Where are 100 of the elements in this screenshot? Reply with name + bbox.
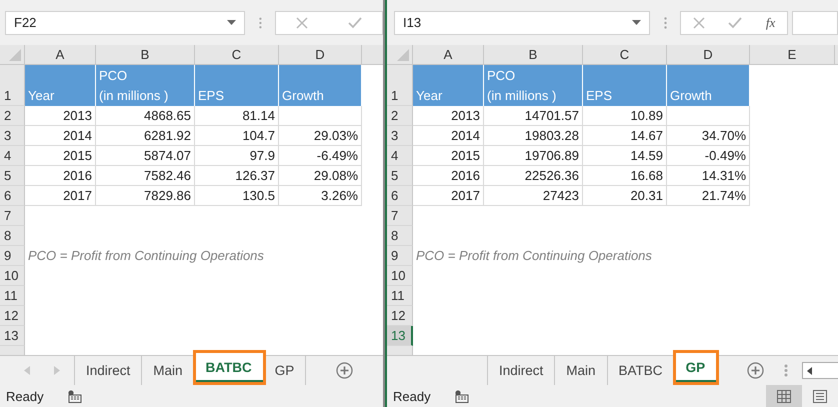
row-header[interactable]: 11 bbox=[387, 286, 413, 306]
insert-function-button[interactable]: fx bbox=[766, 14, 776, 30]
header-cell: Year bbox=[25, 65, 96, 106]
row-header[interactable]: 6 bbox=[0, 186, 25, 206]
table-cell: 104.7 bbox=[195, 126, 279, 146]
caret-icon bbox=[632, 20, 641, 25]
select-all-icon[interactable] bbox=[9, 49, 21, 61]
table-cell: 19706.89 bbox=[484, 146, 583, 166]
table-cell: 21.74% bbox=[667, 186, 750, 206]
page-icon bbox=[813, 390, 827, 402]
header-cell: EPS bbox=[583, 65, 667, 106]
status-text: Ready bbox=[393, 388, 431, 404]
header-cell: Growth bbox=[667, 65, 750, 106]
cancel-icon[interactable] bbox=[296, 16, 308, 28]
table-cell: -6.49% bbox=[279, 146, 362, 166]
macro-record-icon[interactable] bbox=[68, 390, 82, 402]
table-cell: 2016 bbox=[25, 166, 96, 186]
table-cell: 7582.46 bbox=[96, 166, 195, 186]
horizontal-scrollbar[interactable] bbox=[802, 362, 838, 379]
table-cell: 97.9 bbox=[195, 146, 279, 166]
column-header[interactable]: E bbox=[750, 45, 835, 64]
table-cell: 2013 bbox=[413, 106, 484, 126]
table-cell: 7829.86 bbox=[96, 186, 195, 206]
row-header[interactable]: 13 bbox=[0, 326, 25, 346]
row-header[interactable]: 12 bbox=[387, 306, 413, 326]
table-cell: 14701.57 bbox=[484, 106, 583, 126]
row-header[interactable]: 10 bbox=[0, 266, 25, 286]
column-header[interactable]: C bbox=[583, 45, 667, 64]
header-cell: PCO (in millions ) bbox=[484, 65, 583, 106]
column-header[interactable]: D bbox=[667, 45, 750, 64]
table-cell: 2013 bbox=[25, 106, 96, 126]
table-cell: 19803.28 bbox=[484, 126, 583, 146]
row-header[interactable]: 3 bbox=[387, 126, 413, 146]
note-text: PCO = Profit from Continuing Operations bbox=[27, 247, 264, 265]
row-header[interactable]: 7 bbox=[387, 206, 413, 226]
row-header[interactable]: 9 bbox=[387, 246, 413, 266]
row-header[interactable]: 4 bbox=[387, 146, 413, 166]
add-sheet-icon[interactable] bbox=[336, 362, 354, 379]
table-cell: 126.37 bbox=[195, 166, 279, 186]
formula-input[interactable] bbox=[792, 10, 838, 34]
row-header[interactable]: 2 bbox=[0, 106, 25, 126]
table-cell: 81.14 bbox=[195, 106, 279, 126]
macro-record-icon[interactable] bbox=[454, 390, 469, 402]
cancel-icon[interactable] bbox=[692, 16, 705, 28]
table-cell: 29.03% bbox=[279, 126, 362, 146]
status-text: Ready bbox=[6, 388, 44, 404]
caret-icon bbox=[227, 20, 236, 25]
table-cell: 14.59 bbox=[583, 146, 667, 166]
table-cell: 4868.65 bbox=[96, 106, 195, 126]
table-cell: 29.08% bbox=[279, 166, 362, 186]
row-header[interactable]: 9 bbox=[0, 246, 25, 266]
normal-view-button[interactable] bbox=[766, 385, 802, 407]
row-header[interactable]: 5 bbox=[387, 166, 413, 186]
table-cell: 2015 bbox=[25, 146, 96, 166]
name-box[interactable]: I13 bbox=[394, 10, 650, 34]
row-header[interactable]: 8 bbox=[0, 226, 25, 246]
row-header[interactable]: 1 bbox=[387, 65, 413, 106]
scroll-right-icon[interactable] bbox=[54, 366, 60, 375]
scroll-left-icon[interactable] bbox=[807, 366, 812, 374]
table-cell: -0.49% bbox=[667, 146, 750, 166]
row-header[interactable]: 7 bbox=[0, 206, 25, 226]
column-header[interactable]: D bbox=[279, 45, 362, 64]
row-header[interactable]: 3 bbox=[0, 126, 25, 146]
dots-icon bbox=[784, 364, 788, 377]
table-cell: 2016 bbox=[413, 166, 484, 186]
column-header[interactable]: A bbox=[413, 45, 484, 64]
table-cell: 34.70% bbox=[667, 126, 750, 146]
row-header[interactable]: 4 bbox=[0, 146, 25, 166]
column-header[interactable]: B bbox=[484, 45, 583, 64]
table-cell: 6281.92 bbox=[96, 126, 195, 146]
table-cell: 3.26% bbox=[279, 186, 362, 206]
column-header[interactable]: C bbox=[195, 45, 279, 64]
row-header[interactable]: 2 bbox=[387, 106, 413, 126]
check-icon[interactable] bbox=[348, 16, 362, 28]
dots-icon bbox=[259, 16, 262, 28]
row-header[interactable]: 6 bbox=[387, 186, 413, 206]
sheet-tab[interactable]: GP bbox=[674, 352, 718, 383]
header-cell: Growth bbox=[279, 65, 362, 106]
sheet-tab[interactable]: BATBC bbox=[194, 352, 264, 383]
row-header[interactable]: 5 bbox=[0, 166, 25, 186]
table-cell: 16.68 bbox=[583, 166, 667, 186]
table-cell: 14.31% bbox=[667, 166, 750, 186]
row-header[interactable]: 1 bbox=[0, 65, 25, 106]
add-sheet-icon[interactable] bbox=[747, 362, 764, 379]
row-header[interactable]: 8 bbox=[387, 226, 413, 246]
column-header[interactable]: A bbox=[25, 45, 96, 64]
row-header[interactable]: 13 bbox=[387, 326, 413, 346]
check-icon[interactable] bbox=[728, 16, 742, 28]
column-header[interactable]: B bbox=[96, 45, 195, 64]
table-cell: 10.89 bbox=[583, 106, 667, 126]
table-cell: 20.31 bbox=[583, 186, 667, 206]
dots-icon bbox=[664, 16, 667, 28]
table-cell: 2014 bbox=[413, 126, 484, 146]
row-header[interactable]: 12 bbox=[0, 306, 25, 326]
row-header[interactable]: 10 bbox=[387, 266, 413, 286]
table-cell: 130.5 bbox=[195, 186, 279, 206]
header-cell: Year bbox=[413, 65, 484, 106]
row-header[interactable]: 11 bbox=[0, 286, 25, 306]
select-all-icon[interactable] bbox=[397, 49, 409, 61]
name-box[interactable]: F22 bbox=[5, 10, 246, 34]
